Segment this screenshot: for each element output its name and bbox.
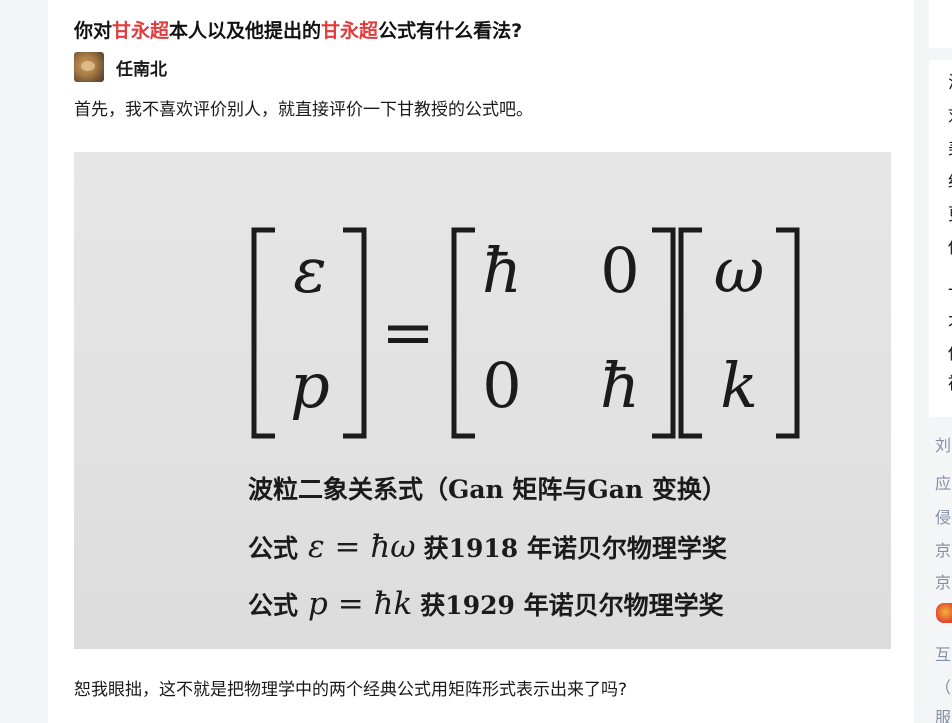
- title-part: 你对: [74, 20, 113, 42]
- caption-suffix: 获1918 年诺贝尔物理学奖: [424, 534, 727, 563]
- answer-card: 你对甘永超本人以及他提出的甘永超公式有什么看法? 任南北 首先，我不喜欢评价别人…: [48, 0, 914, 723]
- sidebar-text[interactable]: 汤: [948, 73, 952, 93]
- bracket: [343, 227, 367, 439]
- title-highlight: 甘永超: [321, 20, 379, 42]
- matrix-zero-12: 0: [600, 234, 639, 307]
- author-name[interactable]: 任南北: [116, 55, 167, 80]
- caption-line-1: 波粒二象关系式（Gan 矩阵与Gan 变换）: [248, 475, 727, 504]
- bracket: [251, 227, 275, 439]
- bracket: [652, 227, 676, 439]
- rhs-omega: ω: [714, 234, 765, 307]
- footer-link[interactable]: 服: [935, 708, 951, 723]
- footer-link[interactable]: 京: [935, 541, 951, 561]
- sidebar-text[interactable]: 纪: [948, 172, 952, 192]
- answer-paragraph: 恕我眼拙，这不就是把物理学中的两个经典公式用矩阵形式表示出来了吗?: [74, 680, 628, 700]
- author-info: 任南北: [74, 52, 167, 82]
- title-highlight: 甘永超: [112, 20, 170, 42]
- footer-link[interactable]: 刘: [935, 436, 951, 456]
- sidebar-text[interactable]: 俢: [948, 238, 952, 258]
- answer-paragraph: 首先，我不喜欢评价别人，就直接评价一下甘教授的公式吧。: [74, 100, 533, 120]
- formula-graphic: ε p ħ ħ ω k 0 0 = 波粒二象关系式（Gan 矩阵与Gan 变换）…: [248, 227, 800, 622]
- lhs-p: p: [290, 349, 330, 422]
- sidebar-text[interactable]: 更: [948, 205, 952, 225]
- sidebar-text[interactable]: 俢: [948, 344, 952, 364]
- police-badge-icon: [936, 603, 952, 623]
- page: 你对甘永超本人以及他提出的甘永超公式有什么看法? 任南北 首先，我不喜欢评价别人…: [0, 0, 952, 723]
- equals-sign: =: [381, 296, 435, 370]
- sidebar-text[interactable]: 美: [948, 139, 952, 159]
- caption-prefix: 公式: [248, 591, 298, 620]
- footer-link: （: [935, 678, 952, 697]
- caption-suffix: 获1929 年诺贝尔物理学奖: [420, 591, 723, 620]
- bracket: [451, 227, 475, 439]
- caption-formula: ε = ħω: [308, 529, 416, 565]
- caption-line-3: 公式 p = ħk 获1929 年诺贝尔物理学奖: [248, 586, 724, 622]
- footer-link[interactable]: 侵: [935, 508, 951, 528]
- formula-image[interactable]: ε p ħ ħ ω k 0 0 = 波粒二象关系式（Gan 矩阵与Gan 变换）…: [74, 152, 891, 649]
- caption-line-2: 公式 ε = ħω 获1918 年诺贝尔物理学奖: [248, 529, 727, 565]
- footer-link[interactable]: 京: [935, 573, 951, 593]
- caption-prefix: 公式: [248, 534, 298, 563]
- question-title[interactable]: 你对甘永超本人以及他提出的甘永超公式有什么看法?: [74, 17, 522, 45]
- sidebar-text[interactable]: 才: [948, 312, 952, 332]
- matrix-hbar-22: ħ: [600, 349, 640, 422]
- sidebar-card: 汤 刘 美 纪 更 俢 一 才 俢 被: [929, 60, 952, 417]
- bracket: [678, 227, 702, 439]
- matrix-zero-21: 0: [482, 349, 521, 422]
- sidebar-top-card: [929, 0, 952, 48]
- title-part: 公式有什么看法?: [378, 20, 523, 42]
- avatar[interactable]: [74, 52, 104, 82]
- matrix-hbar-11: ħ: [482, 234, 522, 307]
- footer-link[interactable]: 互: [935, 645, 951, 665]
- title-part: 本人以及他提出的: [169, 20, 322, 42]
- sidebar-text[interactable]: 被: [948, 374, 952, 394]
- caption-formula: p = ħk: [308, 586, 412, 622]
- sidebar-text[interactable]: 刘: [948, 106, 952, 126]
- sidebar-text[interactable]: 一: [948, 281, 952, 301]
- footer-link[interactable]: 应: [935, 474, 951, 494]
- bracket: [776, 227, 800, 439]
- lhs-epsilon: ε: [293, 234, 326, 307]
- rhs-k: k: [720, 349, 758, 422]
